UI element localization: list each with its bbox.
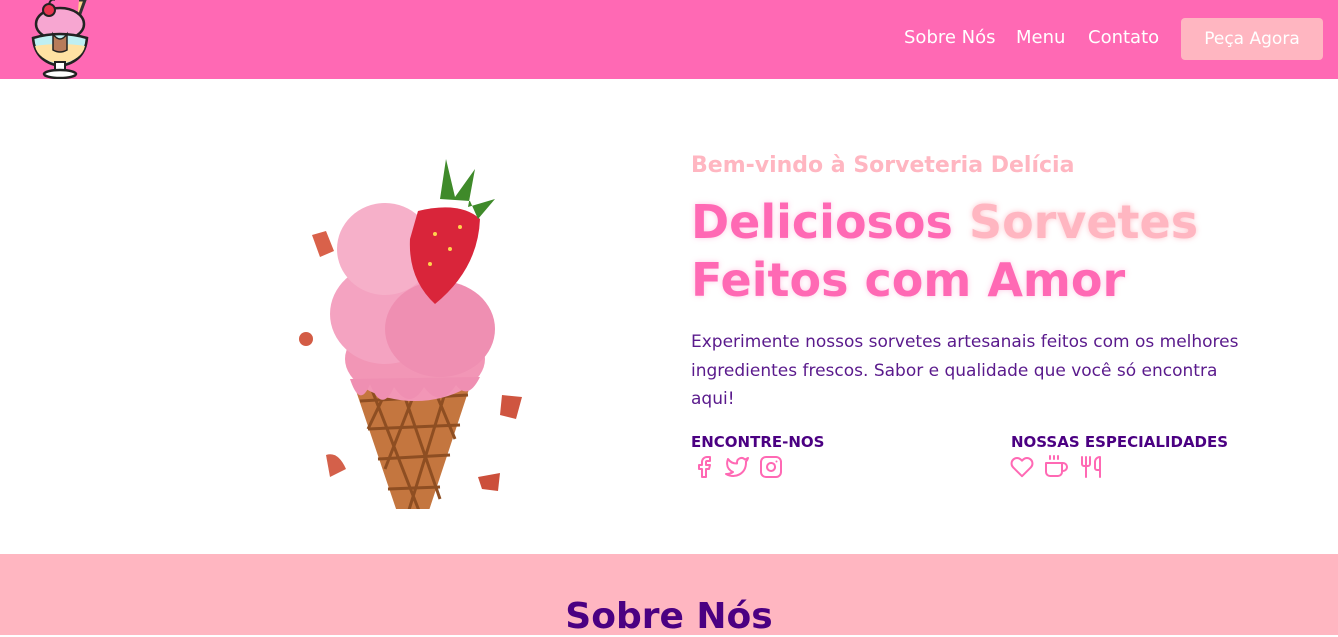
headline: Deliciosos Sorvetes Feitos com Amor	[691, 193, 1291, 309]
hero-description: Experimente nossos sorvetes artesanais f…	[691, 332, 1239, 409]
strawberry-ice-cream-cone-image	[290, 139, 540, 559]
social-title: ENCONTRE-NOS	[691, 433, 825, 451]
heart-icon[interactable]	[1010, 455, 1034, 479]
welcome-text: Bem-vindo à Sorveteria Delícia	[691, 153, 1075, 178]
twitter-icon[interactable]	[725, 455, 749, 479]
order-now-button[interactable]: Peça Agora	[1181, 18, 1323, 60]
coffee-cup-icon[interactable]	[1044, 455, 1068, 479]
nav-link-menu[interactable]: Menu	[1016, 27, 1065, 48]
instagram-icon[interactable]	[759, 455, 783, 479]
headline-accent: Sorvetes	[968, 195, 1199, 249]
utensils-icon[interactable]	[1079, 455, 1103, 479]
headline-part-2: Feitos com Amor	[691, 253, 1126, 307]
specialties-title: NOSSAS ESPECIALIDADES	[1011, 433, 1229, 451]
headline-part-1: Deliciosos	[691, 195, 953, 249]
facebook-icon[interactable]	[692, 455, 716, 479]
nav-links: Sobre Nós Menu Contato Peça Agora	[0, 0, 1338, 79]
navbar: Sobre Nós Menu Contato Peça Agora	[0, 0, 1338, 80]
about-title: Sobre Nós	[565, 596, 773, 637]
nav-link-sobre-nos[interactable]: Sobre Nós	[904, 27, 996, 48]
about-section: Sobre Nós	[0, 554, 1338, 637]
nav-link-contato[interactable]: Contato	[1088, 27, 1159, 48]
hero-section: Bem-vindo à Sorveteria Delícia Delicioso…	[0, 79, 1338, 559]
